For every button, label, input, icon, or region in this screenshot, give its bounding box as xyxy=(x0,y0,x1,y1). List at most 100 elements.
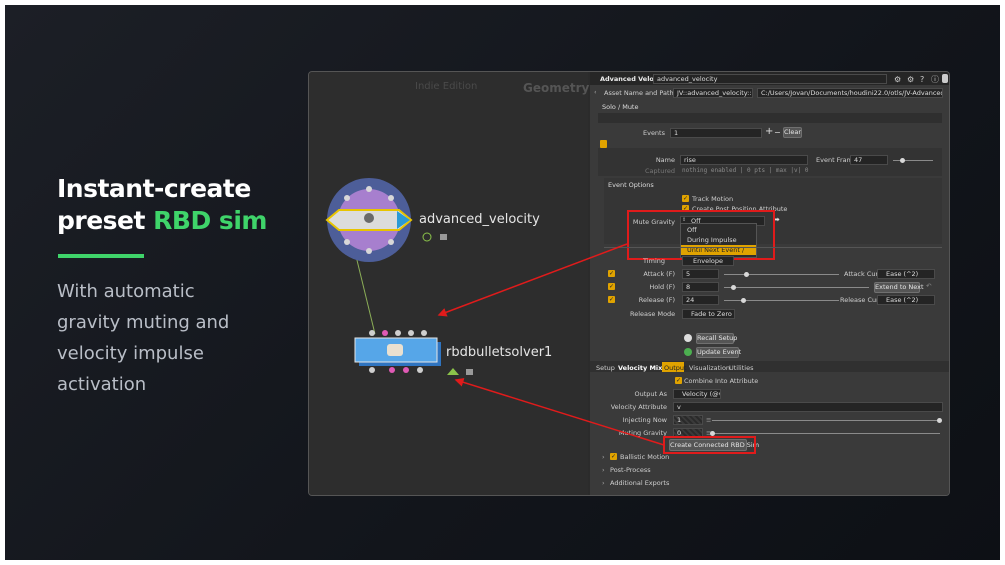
input-dot xyxy=(382,330,388,336)
pin-icon[interactable] xyxy=(942,74,948,83)
event-frame-knob[interactable] xyxy=(900,158,905,163)
hold-knob[interactable] xyxy=(731,285,736,290)
hold-label: Hold (F) xyxy=(649,283,675,291)
name-field[interactable]: rise xyxy=(680,155,808,165)
release-mode-select[interactable]: Fade to Zero xyxy=(682,309,735,319)
node-wire xyxy=(354,251,376,335)
sub-line: velocity impulse xyxy=(57,343,204,364)
timing-label: Timing xyxy=(643,257,665,265)
event-options-folder[interactable]: Event Options xyxy=(608,181,654,189)
injecting-knob[interactable] xyxy=(937,418,942,423)
attack-curve-select[interactable]: Ease (^2) xyxy=(877,269,935,279)
injecting-field[interactable]: 1 xyxy=(673,415,703,425)
release-label: Release (F) xyxy=(638,296,675,304)
asset-label: Asset Name and Path xyxy=(604,89,674,97)
hold-slider[interactable] xyxy=(724,287,869,288)
combine-checkbox[interactable]: ✓ xyxy=(675,377,682,384)
create-rbd-highlight xyxy=(663,436,756,454)
node-dot xyxy=(344,239,350,245)
headline-accent: RBD sim xyxy=(153,206,267,235)
sub-line: activation xyxy=(57,374,147,395)
captured-label: Captured xyxy=(645,167,675,175)
input-dot xyxy=(395,330,401,336)
exports-folder[interactable]: Additional Exports xyxy=(610,479,669,487)
tab-utilities[interactable]: Utilities xyxy=(729,364,753,372)
headline-prefix: preset xyxy=(57,206,154,235)
output-as-select[interactable]: Velocity (@v) xyxy=(673,389,721,399)
node-dot xyxy=(388,195,394,201)
divider xyxy=(604,247,942,248)
node-dot xyxy=(344,195,350,201)
event-frame-field[interactable]: 47 xyxy=(850,155,888,165)
chevron-right-icon[interactable]: › xyxy=(602,453,605,461)
chevron-right-icon[interactable]: › xyxy=(602,466,605,474)
input-dot xyxy=(421,330,427,336)
node-dot xyxy=(388,239,394,245)
lock-icon xyxy=(466,369,473,375)
tab-visualization[interactable]: Visualization xyxy=(689,364,730,372)
injecting-slider[interactable] xyxy=(712,420,940,421)
parameter-panel: Advanced Velocity advanced_velocity ⚙ ⚙ … xyxy=(590,72,949,495)
tab-output[interactable]: Output xyxy=(664,364,687,372)
hold-checkbox[interactable]: ✓ xyxy=(608,283,615,290)
node-flag-icon xyxy=(422,232,432,242)
tab-setup[interactable]: Setup xyxy=(596,364,615,372)
chevron-right-icon[interactable]: › xyxy=(602,479,605,487)
clear-button[interactable]: Clear xyxy=(783,127,802,138)
folder-strip xyxy=(598,113,942,123)
velocity-attr-label: Velocity Attribute xyxy=(610,403,667,411)
muting-label: Muting Gravity xyxy=(618,429,667,437)
network-graph xyxy=(325,178,473,375)
muting-slider[interactable] xyxy=(712,433,940,434)
network-editor[interactable]: Indie Edition Geometry advanced_velocity… xyxy=(309,72,589,495)
minus-icon[interactable]: − xyxy=(774,128,781,137)
plus-icon[interactable]: + xyxy=(765,126,773,137)
recall-setup-button[interactable]: Recall Setup xyxy=(696,333,737,344)
input-dot xyxy=(369,330,375,336)
release-knob[interactable] xyxy=(741,298,746,303)
solo-mute-folder[interactable]: Solo / Mute xyxy=(602,103,638,111)
node2-label: rbdbulletsolver1 xyxy=(446,345,553,360)
attack-field[interactable]: 5 xyxy=(682,269,719,279)
node-icon xyxy=(387,344,403,356)
recall-icon xyxy=(684,334,692,342)
houdini-window: Indie Edition Geometry advanced_velocity… xyxy=(308,71,950,496)
undo-icon[interactable]: ↶ xyxy=(926,282,931,290)
node-icon xyxy=(364,213,374,223)
gear-options-icon[interactable]: ⚙ xyxy=(907,75,914,84)
lock-icon xyxy=(440,234,447,240)
ballistic-folder[interactable]: Ballistic Motion xyxy=(620,453,669,461)
track-motion-checkbox[interactable]: ✓ xyxy=(682,195,689,202)
mute-gravity-highlight xyxy=(627,210,775,260)
release-checkbox[interactable]: ✓ xyxy=(608,296,615,303)
event-frame-slider[interactable] xyxy=(893,160,933,161)
release-mode-label: Release Mode xyxy=(630,310,676,318)
info-icon[interactable]: ⓘ xyxy=(931,74,939,85)
ballistic-checkbox[interactable]: ✓ xyxy=(610,453,617,460)
timing-select[interactable]: Envelope xyxy=(682,256,734,266)
attack-knob[interactable] xyxy=(744,272,749,277)
slide: Instant-create preset RBD sim With autom… xyxy=(5,5,1000,560)
postprocess-folder[interactable]: Post-Process xyxy=(610,466,651,474)
output-dot xyxy=(389,367,395,373)
input-dot xyxy=(408,330,414,336)
events-field[interactable]: 1 xyxy=(670,128,762,138)
help-icon[interactable]: ? xyxy=(920,75,924,84)
combine-label: Combine Into Attribute xyxy=(684,377,759,385)
chevron-left-icon[interactable]: ‹ xyxy=(594,88,597,96)
hold-field[interactable]: 8 xyxy=(682,282,719,292)
release-curve-select[interactable]: Ease (^2) xyxy=(877,295,935,305)
headline: Instant-create preset RBD sim xyxy=(57,173,267,237)
attack-slider[interactable] xyxy=(724,274,839,275)
asset-name-field[interactable]: JV::advanced_velocity::1.0 xyxy=(673,88,753,98)
sub-line: With automatic xyxy=(57,281,195,302)
velocity-attr-field[interactable]: v xyxy=(673,402,943,412)
attack-checkbox[interactable]: ✓ xyxy=(608,270,615,277)
release-field[interactable]: 24 xyxy=(682,295,719,305)
asset-path-field[interactable]: C:/Users/Jovan/Documents/houdini22.0/otl… xyxy=(757,88,943,98)
gear-icon[interactable]: ⚙ xyxy=(894,75,901,84)
update-event-button[interactable]: Update Event xyxy=(696,347,741,358)
node-name-field[interactable]: advanced_velocity xyxy=(653,74,887,84)
extend-to-next-button[interactable]: Extend to Next xyxy=(874,282,924,293)
name-label: Name xyxy=(655,156,675,164)
